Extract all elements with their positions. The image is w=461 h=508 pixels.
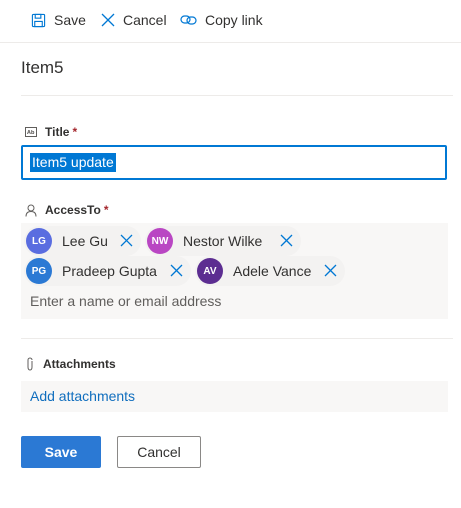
person-icon <box>25 204 37 217</box>
divider <box>21 95 453 96</box>
add-attachments-link[interactable]: Add attachments <box>30 388 135 404</box>
persona-name: Nestor Wilke <box>183 233 263 249</box>
cancel-button[interactable]: Cancel <box>117 436 201 468</box>
title-field-label: Ab Title * <box>25 124 77 140</box>
persona-name: Adele Vance <box>233 263 312 279</box>
attachments-field-label: Attachments <box>25 356 116 372</box>
title-input[interactable]: Item5 update <box>21 145 447 180</box>
remove-person-icon[interactable] <box>120 234 133 252</box>
remove-person-icon[interactable] <box>170 264 183 282</box>
page-title: Item5 <box>21 58 64 77</box>
avatar: LG <box>26 228 52 254</box>
svg-text:Ab: Ab <box>27 130 35 136</box>
save-icon <box>31 13 46 28</box>
remove-person-icon[interactable] <box>280 234 293 252</box>
attachments-area: Add attachments <box>21 381 448 412</box>
toolbar-copy-link-button[interactable]: Copy link <box>180 9 263 31</box>
persona-name: Lee Gu <box>62 233 108 249</box>
title-input-value: Item5 update <box>30 153 116 172</box>
paperclip-icon <box>25 357 35 371</box>
required-mark: * <box>72 125 78 139</box>
text-field-icon: Ab <box>25 127 37 137</box>
attachments-label-text: Attachments <box>43 357 116 371</box>
remove-person-icon[interactable] <box>324 264 337 282</box>
link-icon <box>180 13 197 27</box>
command-bar: Save Cancel Copy link <box>0 0 461 43</box>
divider <box>21 338 453 339</box>
persona-adele-vance[interactable]: AV Adele Vance <box>195 256 345 286</box>
people-picker[interactable]: LG Lee Gu NW Nestor Wilke PG Pradeep Gup… <box>21 223 448 319</box>
avatar: PG <box>26 258 52 284</box>
persona-nestor-wilke[interactable]: NW Nestor Wilke <box>145 226 301 256</box>
access-to-label-text: AccessTo <box>45 203 101 217</box>
title-label-text: Title <box>45 125 70 139</box>
close-icon <box>101 13 115 27</box>
required-mark: * <box>103 203 109 217</box>
people-search-input[interactable]: Enter a name or email address <box>30 293 221 309</box>
toolbar-copy-link-label: Copy link <box>205 12 263 28</box>
toolbar-save-button[interactable]: Save <box>31 9 86 31</box>
persona-lee-gu[interactable]: LG Lee Gu <box>24 226 141 256</box>
toolbar-save-label: Save <box>54 12 86 28</box>
toolbar-cancel-button[interactable]: Cancel <box>101 9 167 31</box>
avatar: NW <box>147 228 173 254</box>
persona-name: Pradeep Gupta <box>62 263 157 279</box>
access-to-field-label: AccessTo * <box>25 202 108 218</box>
save-button[interactable]: Save <box>21 436 101 468</box>
persona-pradeep-gupta[interactable]: PG Pradeep Gupta <box>24 256 191 286</box>
toolbar-cancel-label: Cancel <box>123 12 167 28</box>
avatar: AV <box>197 258 223 284</box>
